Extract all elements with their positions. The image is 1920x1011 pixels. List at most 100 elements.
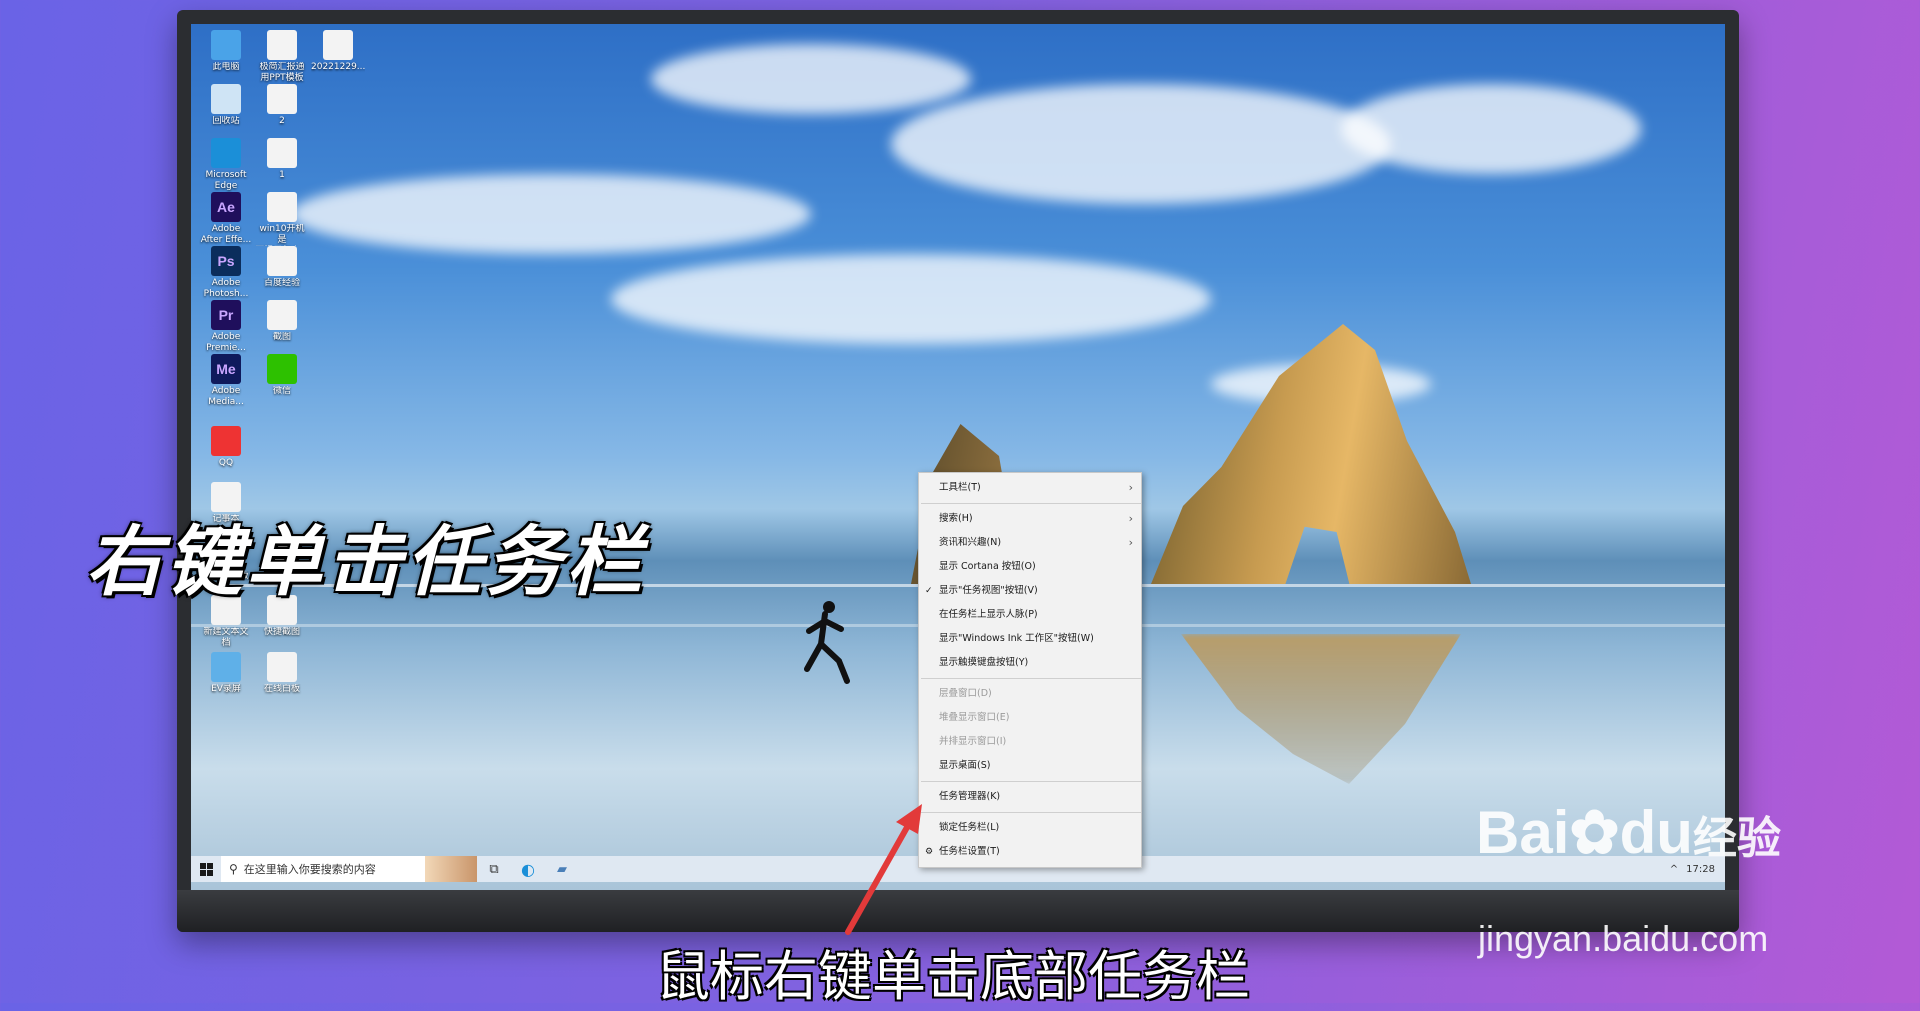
- menu-item[interactable]: ⚙ 任务栏设置(T): [919, 840, 1141, 864]
- wechat-icon: [267, 354, 297, 384]
- desktop-shortcut-label: Adobe Media...: [208, 386, 244, 407]
- menu-separator: [921, 781, 1141, 782]
- menu-item[interactable]: 在任务栏上显示人脉(P): [919, 603, 1141, 627]
- computer-icon: [211, 30, 241, 60]
- menu-item-label: 层叠窗口(D): [939, 688, 992, 699]
- media-encoder-icon: Me: [211, 354, 241, 384]
- desktop-shortcut-label: 截图: [272, 332, 291, 342]
- menu-item-label: 任务栏设置(T): [939, 846, 1000, 857]
- menu-item[interactable]: 显示 Cortana 按钮(O): [919, 555, 1141, 579]
- desktop-shortcut-label: EV录屏: [211, 683, 241, 694]
- menu-separator: [921, 812, 1141, 813]
- chevron-right-icon: ›: [1128, 481, 1133, 494]
- taskbar-context-menu: 工具栏(T) › 搜索(H) › 资讯和兴趣(N) › 显示 Cortana 按钮(O) ✓ 显…: [918, 472, 1142, 868]
- menu-item-label: 显示桌面(S): [939, 760, 991, 771]
- desktop-shortcut-label: 在线白板: [263, 683, 300, 694]
- document-icon: [267, 192, 297, 222]
- checkmark-icon: ✓: [925, 586, 933, 596]
- ppt-file-desktop-shortcut[interactable]: 极简汇报通 用PPT模板: [255, 30, 309, 84]
- image-file-desktop-shortcut[interactable]: 截图: [255, 300, 309, 354]
- menu-item[interactable]: 显示"Windows Ink 工作区"按钮(W): [919, 627, 1141, 651]
- task-view-button[interactable]: ⧉: [477, 856, 511, 882]
- search-icon: ⚲: [229, 862, 238, 876]
- recycle-bin-icon: [211, 84, 241, 114]
- image-file-icon: [267, 84, 297, 114]
- start-button[interactable]: [191, 856, 221, 882]
- menu-item: 层叠窗口(D): [919, 682, 1141, 706]
- image-file-desktop-shortcut[interactable]: 2: [255, 84, 309, 138]
- watermark-brand-suffix: du: [1619, 799, 1693, 866]
- computer-desktop-shortcut[interactable]: 此电脑: [199, 30, 253, 84]
- recycle-bin-desktop-shortcut[interactable]: 回收站: [199, 84, 253, 138]
- menu-item-label: 显示"任务视图"按钮(V): [939, 585, 1038, 596]
- desktop-shortcut-label: 此电脑: [212, 62, 240, 72]
- menu-item-label: 搜索(H): [939, 513, 973, 524]
- running-person-silhouette: [804, 601, 850, 684]
- task-view-icon: ⧉: [489, 861, 499, 877]
- image-file-icon: [267, 138, 297, 168]
- chevron-right-icon: ›: [1128, 512, 1133, 525]
- menu-item: 堆叠显示窗口(E): [919, 706, 1141, 730]
- menu-item[interactable]: 搜索(H) ›: [919, 507, 1141, 531]
- menu-item[interactable]: 显示桌面(S): [919, 754, 1141, 778]
- menu-item-label: 显示 Cortana 按钮(O): [939, 561, 1036, 572]
- qq-icon: [211, 425, 241, 456]
- edge-desktop-shortcut[interactable]: Microsoft Edge: [199, 138, 253, 192]
- watermark-sub: 经验: [1692, 813, 1781, 864]
- image-file-desktop-shortcut[interactable]: 1: [255, 138, 309, 192]
- menu-item[interactable]: 资讯和兴趣(N) ›: [919, 531, 1141, 555]
- desktop-shortcut-label: win10开机是 否提示怎么...: [259, 224, 305, 245]
- watermark-url: jingyan.baidu.com: [1478, 918, 1769, 959]
- menu-item[interactable]: 工具栏(T) ›: [919, 476, 1141, 500]
- document-desktop-shortcut[interactable]: win10开机是 否提示怎么...: [255, 192, 309, 246]
- cloud: [611, 254, 1211, 344]
- menu-item-label: 显示"Windows Ink 工作区"按钮(W): [939, 633, 1094, 644]
- desktop-shortcut-label: Adobe Premie...: [206, 332, 246, 353]
- search-highlight-image: [425, 856, 477, 882]
- cloud: [1341, 84, 1641, 174]
- menu-item-label: 并排显示窗口(I): [939, 736, 1007, 747]
- photoshop-desktop-shortcut[interactable]: Ps Adobe Photosh...: [199, 246, 253, 300]
- menu-item[interactable]: 显示触摸键盘按钮(Y): [919, 651, 1141, 675]
- media-encoder-desktop-shortcut[interactable]: Me Adobe Media...: [199, 354, 253, 408]
- menu-item[interactable]: 锁定任务栏(L): [919, 816, 1141, 840]
- desktop-shortcut-label: 快捷截图: [263, 627, 300, 637]
- menu-item-label: 在任务栏上显示人脉(P): [939, 609, 1038, 620]
- desktop-shortcut-label: Adobe Photosh...: [203, 278, 249, 299]
- image-file-icon: [267, 300, 297, 330]
- taskbar-edge-button[interactable]: ◐: [511, 856, 545, 882]
- after-effects-icon: Ae: [211, 192, 241, 222]
- menu-item[interactable]: ✓ 显示"任务视图"按钮(V): [919, 579, 1141, 603]
- qq-desktop-shortcut[interactable]: QQ: [199, 425, 253, 480]
- menu-item-label: 显示触摸键盘按钮(Y): [939, 657, 1029, 668]
- menu-item-label: 任务管理器(K): [939, 791, 1001, 802]
- desktop-shortcut-label: 回收站: [212, 116, 240, 126]
- desktop-shortcut-label: Adobe After Effe...: [200, 224, 252, 245]
- photoshop-icon: Ps: [211, 246, 241, 276]
- desktop-shortcut-label: 2: [279, 116, 285, 126]
- ev-recorder-desktop-shortcut[interactable]: EV录屏: [199, 651, 253, 706]
- desktop-shortcut-label: 微信: [272, 386, 291, 396]
- tutorial-caption: 鼠标右键单击底部任务栏: [656, 945, 1250, 1008]
- chevron-right-icon: ›: [1128, 536, 1133, 549]
- wechat-desktop-shortcut[interactable]: 微信: [255, 354, 309, 408]
- taskbar-search-box[interactable]: ⚲ 在这里输入你要搜索的内容: [221, 856, 477, 882]
- whiteboard-icon: [267, 651, 297, 682]
- cloud: [891, 84, 1391, 204]
- rock-reflection: [1181, 634, 1461, 784]
- window-app-icon: ▰: [557, 861, 567, 877]
- watermark-brand: Bai: [1476, 799, 1570, 866]
- menu-item[interactable]: 任务管理器(K): [919, 785, 1141, 809]
- taskbar-app-button[interactable]: ▰: [545, 856, 579, 882]
- wps-document-desktop-shortcut[interactable]: 百度经验: [255, 246, 309, 300]
- image-file-desktop-shortcut[interactable]: 20221229...: [311, 30, 365, 84]
- edge-icon: ◐: [521, 859, 535, 879]
- baidu-watermark: Bai✿du经验: [1476, 798, 1781, 868]
- after-effects-desktop-shortcut[interactable]: Ae Adobe After Effe...: [199, 192, 253, 246]
- whiteboard-desktop-shortcut[interactable]: 在线白板: [255, 651, 309, 706]
- premiere-desktop-shortcut[interactable]: Pr Adobe Premie...: [199, 300, 253, 354]
- desktop-shortcut-label: 百度经验: [263, 278, 300, 288]
- menu-item-label: 堆叠显示窗口(E): [939, 712, 1010, 723]
- desktop-shortcut-label: 20221229...: [311, 62, 365, 72]
- edge-icon: [211, 138, 241, 168]
